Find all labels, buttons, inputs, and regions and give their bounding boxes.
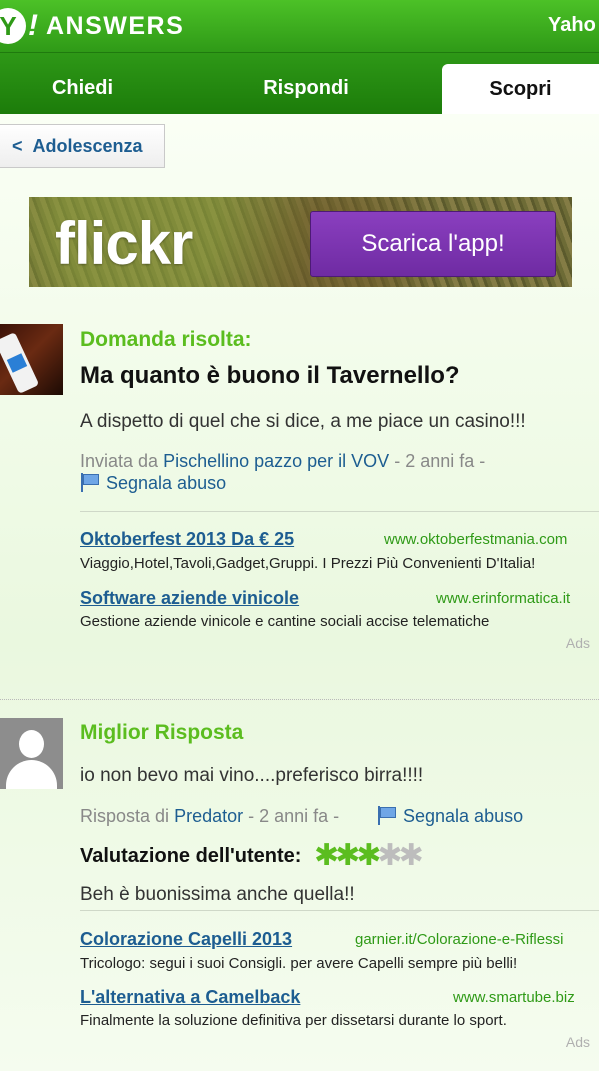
top-bar: Y ! ANSWERS Yaho: [0, 0, 599, 53]
question-title: Ma quanto è buono il Tavernello?: [80, 362, 460, 389]
tab-scopri[interactable]: Scopri: [442, 64, 599, 114]
report-abuse-link[interactable]: Segnala abuso: [80, 473, 226, 494]
ad-title-link[interactable]: L'alternativa a Camelback: [80, 987, 300, 1008]
best-answer-label: Miglior Risposta: [80, 721, 244, 744]
content-area: < Adolescenza flickr Scarica l'app! Doma…: [0, 114, 599, 1071]
report-abuse-label: Segnala abuso: [403, 806, 524, 826]
question-meta: Inviata da Pischellino pazzo per il VOV …: [80, 451, 485, 472]
logo-exclamation: !: [28, 9, 38, 42]
tab-rispondi[interactable]: Rispondi: [222, 63, 390, 114]
chevron-left-icon: <: [12, 135, 23, 156]
breadcrumb-back-button[interactable]: < Adolescenza: [0, 124, 165, 168]
question-status-label: Domanda risolta:: [80, 328, 252, 351]
main-tabs: Chiedi Rispondi Scopri: [0, 53, 599, 114]
yahoo-answers-logo[interactable]: Y ! ANSWERS: [0, 6, 184, 46]
star-empty-icon: ✱: [398, 838, 424, 873]
question-details: A dispetto di quel che si dice, a me pia…: [80, 411, 526, 432]
tab-chiedi[interactable]: Chiedi: [0, 63, 165, 114]
star-rating: ✱✱✱✱✱: [314, 838, 424, 873]
ad-url[interactable]: www.erinformatica.it: [436, 590, 570, 607]
ads-label[interactable]: Ads: [566, 635, 590, 651]
meta-prefix: Inviata da: [80, 451, 159, 471]
flickr-logo: flickr: [55, 210, 193, 277]
ad-description: Tricologo: segui i suoi Consigli. per av…: [80, 955, 518, 972]
flickr-ad-banner[interactable]: flickr Scarica l'app!: [29, 197, 572, 287]
star-empty-icon: ✱: [377, 838, 402, 873]
ad-url[interactable]: www.oktoberfestmania.com: [384, 531, 567, 548]
asker-name-link[interactable]: Pischellino pazzo per il VOV: [163, 451, 389, 471]
flag-icon: [377, 806, 397, 825]
divider: [80, 511, 599, 512]
question-time: - 2 anni fa -: [394, 451, 486, 471]
ad-description: Viaggio,Hotel,Tavoli,Gadget,Gruppi. I Pr…: [80, 555, 536, 572]
answerer-name-link[interactable]: Predator: [174, 806, 243, 826]
ad-title-link[interactable]: Oktoberfest 2013 Da € 25: [80, 529, 294, 550]
download-app-button[interactable]: Scarica l'app!: [310, 211, 556, 277]
answer-meta: Risposta di Predator - 2 anni fa -: [80, 806, 339, 827]
logo-wordmark: ANSWERS: [46, 11, 185, 40]
ad-title-link[interactable]: Colorazione Capelli 2013: [80, 929, 292, 950]
user-rating-label: Valutazione dell'utente:: [80, 845, 302, 867]
answer-time: - 2 anni fa -: [248, 806, 340, 826]
ad-description: Finalmente la soluzione definitiva per d…: [80, 1012, 507, 1029]
report-abuse-link[interactable]: Segnala abuso: [377, 806, 523, 827]
ad-url[interactable]: www.smartube.biz: [453, 989, 575, 1006]
report-abuse-label: Segnala abuso: [106, 473, 227, 493]
asker-comment: Beh è buonissima anche quella!!: [80, 884, 355, 905]
meta-prefix: Risposta di: [80, 806, 170, 826]
section-divider: [0, 699, 599, 700]
flag-icon: [80, 473, 100, 492]
ads-label[interactable]: Ads: [566, 1034, 590, 1050]
ad-title-link[interactable]: Software aziende vinicole: [80, 588, 299, 609]
yahoo-home-link[interactable]: Yaho: [548, 14, 596, 37]
star-filled-icon: ✱: [314, 838, 339, 873]
star-filled-icon: ✱: [356, 838, 381, 873]
breadcrumb-label: Adolescenza: [32, 135, 143, 156]
divider: [80, 910, 599, 911]
ad-url[interactable]: garnier.it/Colorazione-e-Riflessi: [355, 931, 563, 948]
best-answer-text: io non bevo mai vino....preferisco birra…: [80, 765, 424, 786]
asker-avatar[interactable]: [0, 324, 63, 395]
yahoo-logo-icon: Y: [0, 8, 26, 44]
ad-description: Gestione aziende vinicole e cantine soci…: [80, 613, 490, 630]
answerer-avatar[interactable]: [0, 718, 63, 789]
star-filled-icon: ✱: [335, 838, 360, 873]
